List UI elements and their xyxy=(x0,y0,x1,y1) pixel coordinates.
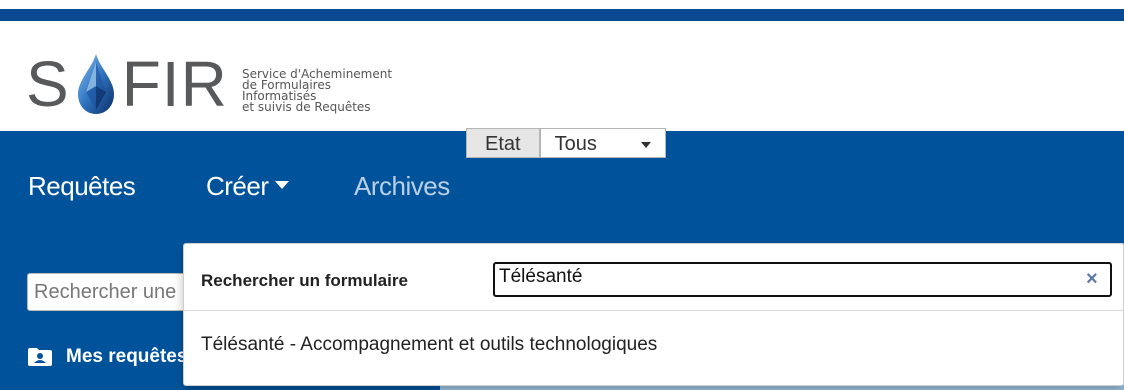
form-search-label: Rechercher un formulaire xyxy=(201,271,408,290)
form-search-input[interactable] xyxy=(493,262,1112,297)
sidebar-item-mes-requetes[interactable]: Mes requêtes xyxy=(28,346,187,368)
sidebar-item-label: Mes requêtes xyxy=(66,346,188,367)
water-drop-icon xyxy=(77,54,114,114)
clear-icon[interactable]: × xyxy=(1086,268,1098,291)
etat-filter: Etat Tous xyxy=(466,128,666,158)
etat-label: Etat xyxy=(466,128,540,158)
site-header: S FIR Service d'Acheminement de Formulai… xyxy=(0,21,1124,131)
nav-item-archives[interactable]: Archives xyxy=(354,171,450,202)
top-stripe xyxy=(0,9,1124,21)
logo-tagline: Service d'Acheminement de Formulaires In… xyxy=(242,68,392,114)
nav-item-requetes[interactable]: Requêtes xyxy=(28,171,136,202)
logo-letters-fir: FIR xyxy=(121,48,228,120)
divider xyxy=(184,310,1123,311)
nav-item-creer-label: Créer xyxy=(206,171,269,201)
top-bar xyxy=(0,0,1124,21)
sofir-logo[interactable]: S FIR xyxy=(26,49,228,119)
chevron-down-icon xyxy=(640,142,651,148)
create-form-dropdown: Rechercher un formulaire Télésanté × Tél… xyxy=(183,243,1124,386)
etat-select[interactable]: Tous xyxy=(539,128,666,158)
form-result-item[interactable]: Télésanté - Accompagnement et outils tec… xyxy=(201,334,657,356)
nav-item-creer[interactable]: Créer xyxy=(206,171,289,202)
tagline-line: et suivis de Requêtes xyxy=(242,100,371,114)
logo-letter-s: S xyxy=(26,48,70,120)
form-search-value: Télésanté xyxy=(499,266,583,287)
etat-select-value: Tous xyxy=(554,133,597,155)
folder-user-icon xyxy=(28,348,52,366)
sidebar-search-input[interactable]: Rechercher une requête xyxy=(27,273,207,311)
caret-down-icon xyxy=(274,181,289,190)
